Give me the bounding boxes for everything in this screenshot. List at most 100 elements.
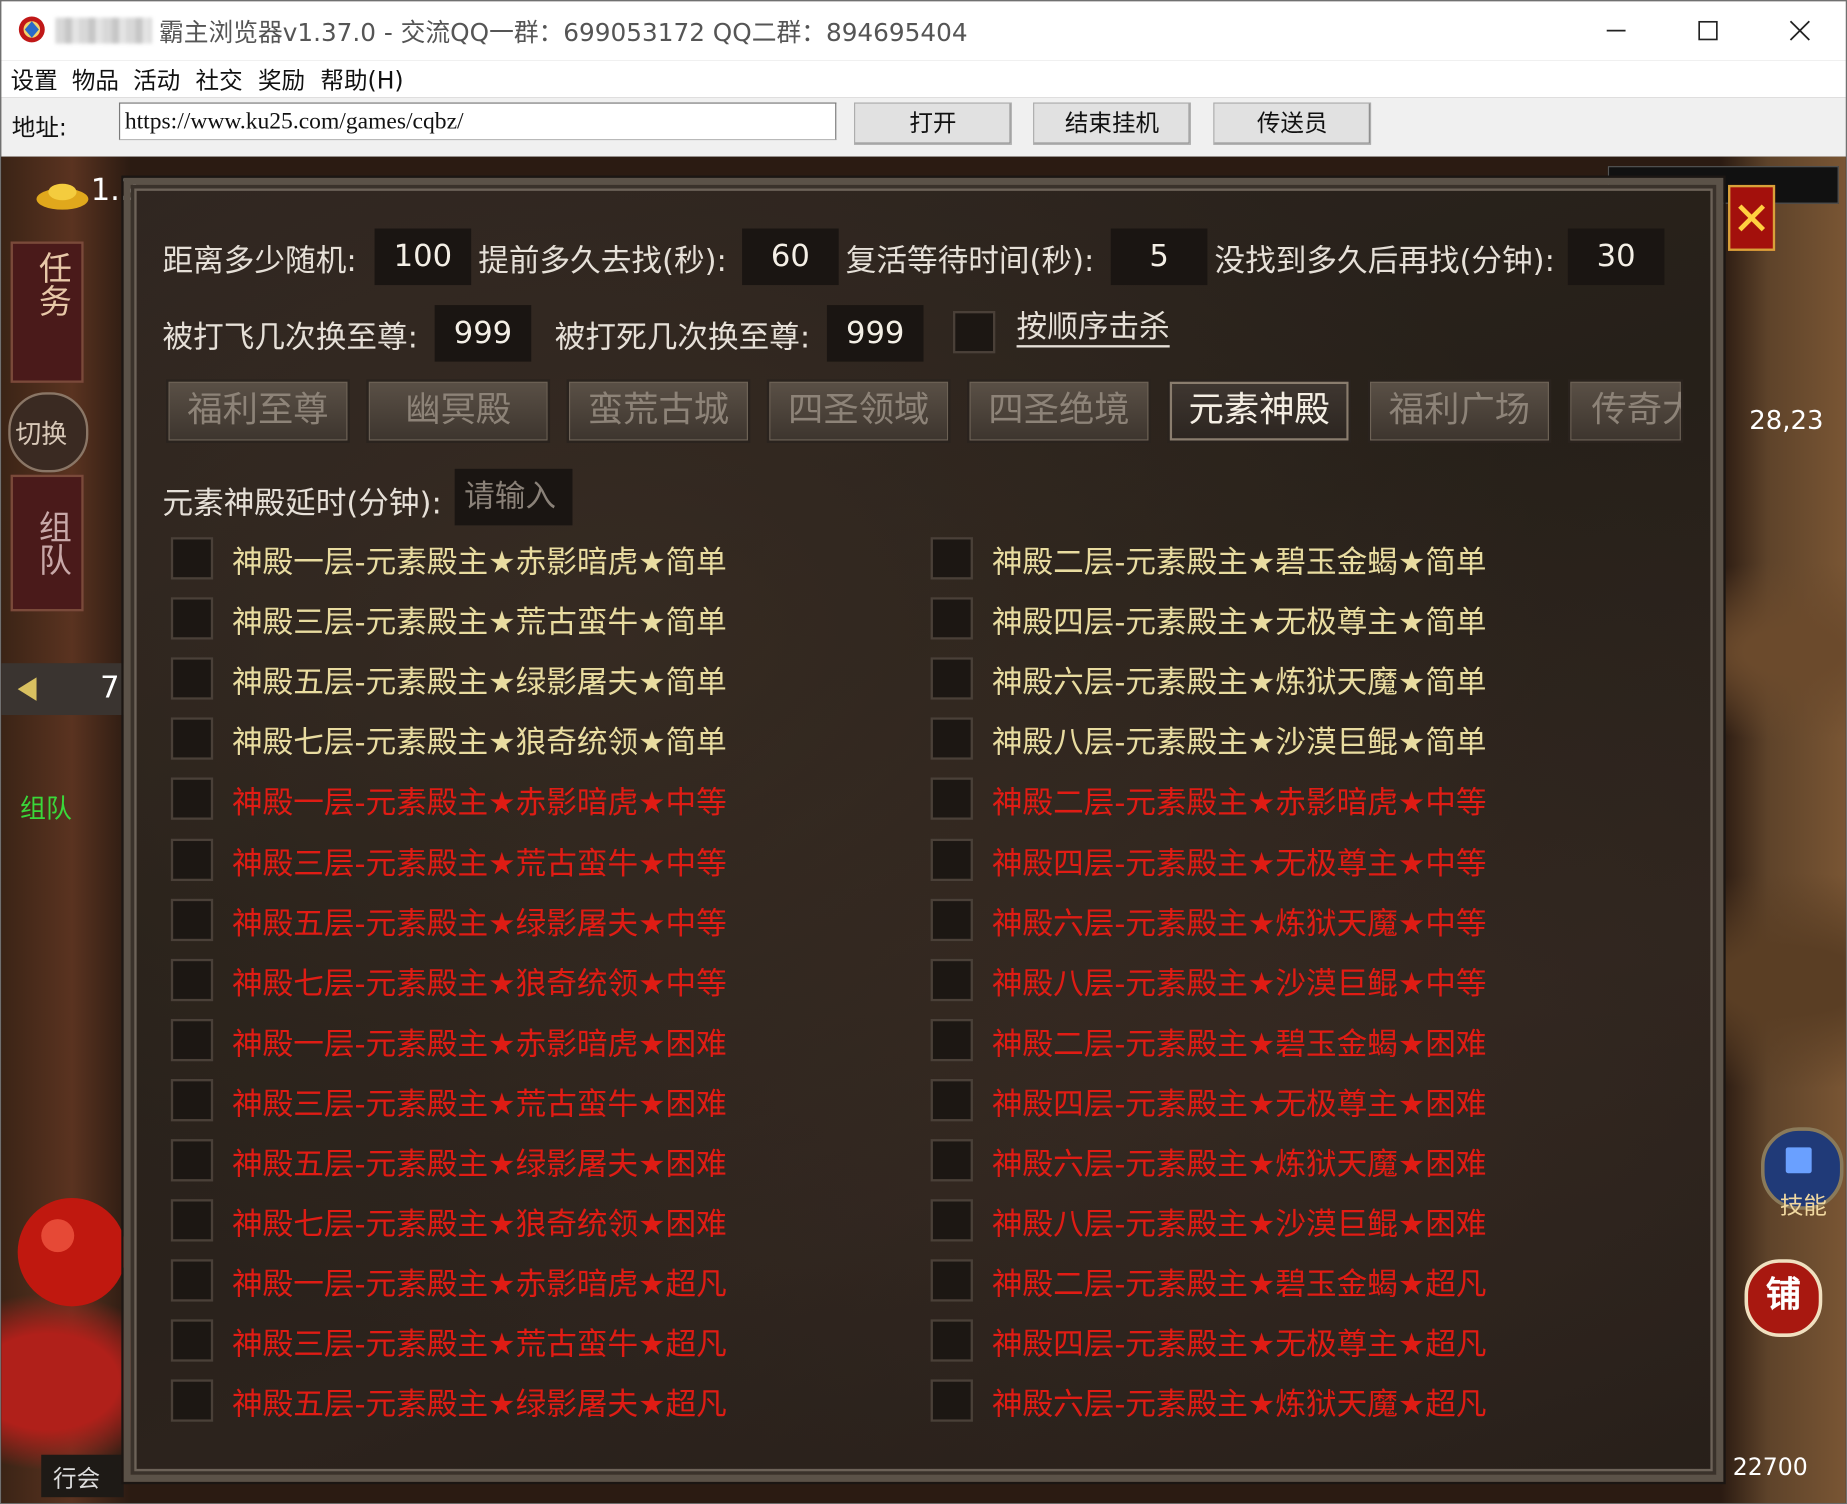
- boss-checkbox[interactable]: [930, 1379, 973, 1422]
- boss-label: 神殿三层-元素殿主★荒古蛮牛★困难: [232, 1087, 727, 1123]
- address-label: 地址:: [11, 113, 67, 142]
- boss-checkbox[interactable]: [930, 537, 973, 580]
- boss-label: 神殿五层-元素殿主★绿影屠夫★超凡: [232, 1387, 727, 1423]
- boss-label: 神殿三层-元素殿主★荒古蛮牛★中等: [232, 846, 727, 883]
- death-count-input[interactable]: 999: [826, 305, 924, 362]
- close-window-button[interactable]: [1754, 1, 1846, 60]
- boss-checkbox[interactable]: [930, 958, 973, 1002]
- knockback-count-label: 被打飞几次换至尊:: [162, 320, 418, 356]
- boss-checkbox[interactable]: [170, 1319, 214, 1362]
- boss-label: 神殿二层-元素殿主★碧玉金蝎★超凡: [991, 1267, 1487, 1303]
- minimize-button[interactable]: [1570, 1, 1662, 60]
- boss-label: 神殿四层-元素殿主★无极尊主★中等: [991, 846, 1487, 883]
- task-tab-label: 任务: [34, 250, 74, 317]
- boss-checkbox[interactable]: [170, 1078, 214, 1122]
- boss-checkbox[interactable]: [930, 838, 973, 882]
- boss-checkbox[interactable]: [930, 657, 973, 700]
- task-tab[interactable]: 任务: [10, 241, 84, 383]
- random-distance-input[interactable]: 100: [374, 228, 472, 286]
- menu-settings[interactable]: 设置: [11, 61, 58, 95]
- boss-checkbox[interactable]: [930, 1259, 973, 1302]
- boss-label: 神殿一层-元素殿主★赤影暗虎★中等: [232, 785, 727, 822]
- boss-checkbox[interactable]: [930, 1199, 973, 1242]
- boss-label: 神殿七层-元素殿主★狼奇统领★中等: [232, 967, 727, 1003]
- boss-checkbox[interactable]: [930, 597, 973, 640]
- guild-panel[interactable]: 行会: [41, 1454, 124, 1498]
- boss-checkbox[interactable]: [170, 597, 214, 640]
- boss-label: 神殿八层-元素殿主★沙漠巨鲲★中等: [991, 967, 1487, 1003]
- boss-label: 神殿二层-元素殿主★碧玉金蝎★简单: [991, 545, 1487, 581]
- menu-activities[interactable]: 活动: [133, 61, 180, 95]
- boss-checkbox[interactable]: [930, 1139, 973, 1182]
- boss-checkbox[interactable]: [170, 717, 214, 760]
- close-icon: [1738, 204, 1766, 232]
- kill-in-order-checkbox[interactable]: [952, 310, 996, 354]
- open-button[interactable]: 打开: [854, 102, 1012, 145]
- stop-autoplay-button[interactable]: 结束挂机: [1033, 102, 1191, 145]
- tab-four-saints-domain[interactable]: 四圣领域: [766, 379, 951, 443]
- revive-wait-input[interactable]: 5: [1110, 228, 1208, 286]
- money-amount: 22700: [1732, 1452, 1808, 1481]
- random-distance-label: 距离多少随机:: [162, 243, 357, 280]
- boss-checkbox[interactable]: [170, 1199, 214, 1242]
- switch-label: 切换: [15, 420, 68, 450]
- kill-in-order-label[interactable]: 按顺序击杀: [1016, 310, 1170, 348]
- window-title: 霸主浏览器v1.37.0 - 交流QQ一群：699053172 QQ二群：894…: [159, 18, 968, 48]
- menu-social[interactable]: 社交: [196, 61, 243, 95]
- boss-checkbox[interactable]: [170, 1259, 214, 1302]
- boss-checkbox[interactable]: [930, 1078, 973, 1122]
- boss-checkbox[interactable]: [170, 898, 214, 942]
- health-orb-icon: [17, 1197, 127, 1307]
- menu-help[interactable]: 帮助(H): [320, 61, 403, 95]
- browser-window: 霸主浏览器v1.37.0 - 交流QQ一群：699053172 QQ二群：894…: [0, 0, 1847, 1504]
- skill-book-icon: [1785, 1147, 1812, 1174]
- boss-label: 神殿三层-元素殿主★荒古蛮牛★超凡: [232, 1327, 727, 1363]
- boss-checkbox[interactable]: [170, 777, 214, 820]
- tab-barbaric-city[interactable]: 蛮荒古城: [566, 379, 751, 443]
- guild-label: 行会: [53, 1464, 101, 1493]
- delay-input[interactable]: 请输入: [454, 468, 573, 526]
- boss-label: 神殿六层-元素殿主★炼狱天魔★困难: [991, 1147, 1487, 1183]
- tab-welfare-square[interactable]: 福利广场: [1367, 379, 1552, 443]
- team-tab-label: 组队: [34, 510, 74, 577]
- menu-rewards[interactable]: 奖励: [258, 61, 305, 95]
- tab-legend[interactable]: 传奇大: [1567, 379, 1684, 443]
- boss-checkbox[interactable]: [170, 1139, 214, 1182]
- tab-netherworld-hall[interactable]: 幽冥殿: [366, 379, 551, 443]
- team-tab[interactable]: 组队: [10, 474, 84, 612]
- boss-checkbox[interactable]: [930, 898, 973, 942]
- maximize-button[interactable]: [1662, 1, 1754, 60]
- shop-button[interactable]: 铺: [1744, 1259, 1823, 1337]
- boss-label: 神殿七层-元素殿主★狼奇统领★简单: [232, 725, 727, 761]
- retry-interval-input[interactable]: 30: [1567, 228, 1665, 286]
- boss-checkbox[interactable]: [930, 1319, 973, 1362]
- tab-welfare-supreme[interactable]: 福利至尊: [166, 379, 350, 443]
- boss-checkbox[interactable]: [930, 717, 973, 760]
- boss-label: 神殿四层-元素殿主★无极尊主★超凡: [991, 1327, 1487, 1363]
- boss-checkbox[interactable]: [170, 838, 214, 882]
- arrow-left-icon[interactable]: [13, 675, 41, 703]
- teleporter-button[interactable]: 传送员: [1213, 102, 1372, 145]
- boss-checkbox[interactable]: [170, 1018, 214, 1062]
- maximize-icon: [1698, 20, 1718, 41]
- tab-element-temple[interactable]: 元素神殿: [1167, 379, 1352, 443]
- switch-button[interactable]: 切换: [8, 392, 89, 473]
- boss-checkbox[interactable]: [170, 657, 214, 700]
- boss-checkbox[interactable]: [170, 958, 214, 1002]
- boss-label: 神殿四层-元素殿主★无极尊主★简单: [991, 605, 1487, 641]
- knockback-count-input[interactable]: 999: [434, 305, 532, 362]
- menu-items[interactable]: 物品: [72, 61, 119, 95]
- url-input[interactable]: [118, 102, 837, 141]
- dialog-close-button[interactable]: [1728, 184, 1776, 251]
- boss-checkbox[interactable]: [170, 537, 214, 580]
- level-panel: 7: [1, 663, 124, 716]
- boss-label: 神殿六层-元素殿主★炼狱天魔★中等: [991, 907, 1487, 943]
- boss-checkbox[interactable]: [170, 1379, 214, 1422]
- team-status-text: 组队: [20, 795, 72, 825]
- boss-checkbox[interactable]: [930, 777, 973, 820]
- advance-time-input[interactable]: 60: [742, 228, 839, 286]
- skill-label: 技能: [1779, 1190, 1827, 1220]
- tab-four-saints-abyss[interactable]: 四圣绝境: [967, 379, 1151, 443]
- boss-checkbox[interactable]: [930, 1018, 973, 1062]
- title-bar: 霸主浏览器v1.37.0 - 交流QQ一群：699053172 QQ二群：894…: [1, 1, 1846, 61]
